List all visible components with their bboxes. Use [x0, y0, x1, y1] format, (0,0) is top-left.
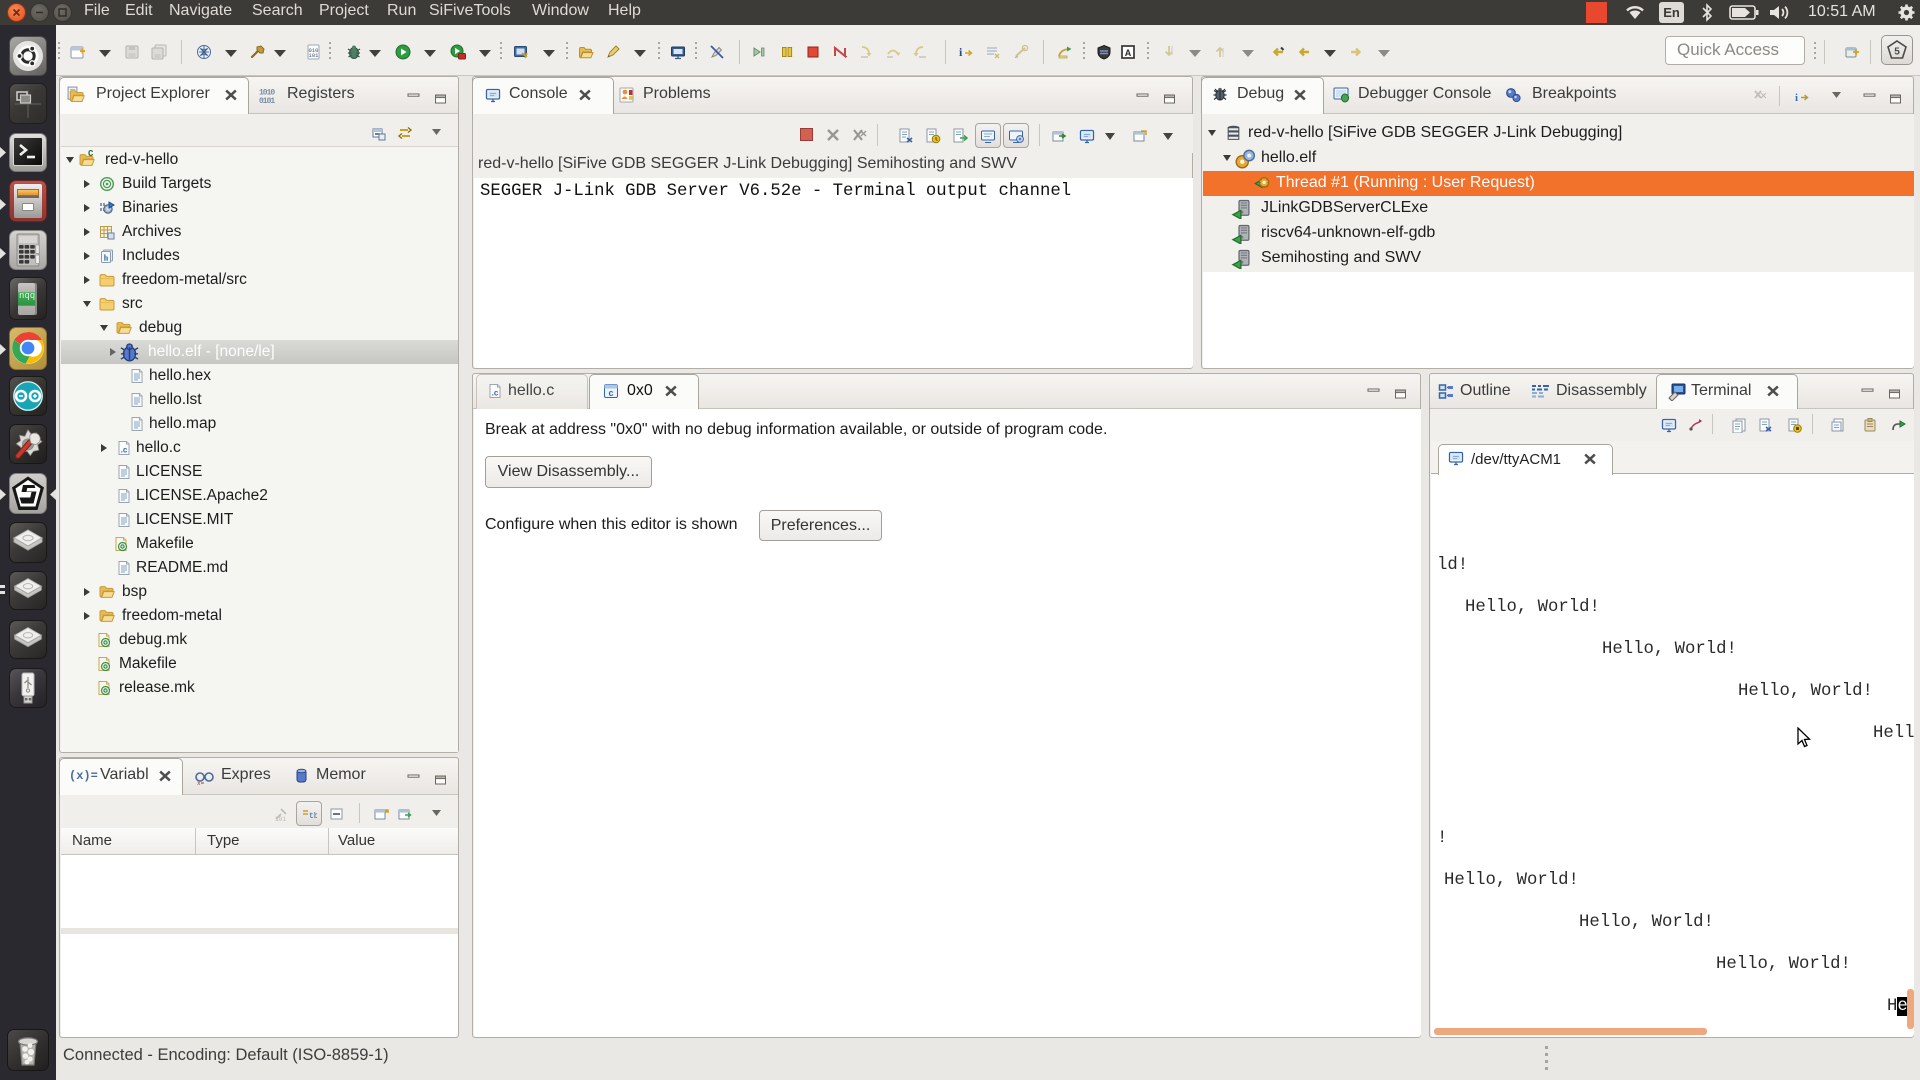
svg-text:c: c [608, 388, 613, 398]
svg-text:101: 101 [275, 816, 286, 822]
svg-text:C: C [88, 149, 94, 158]
svg-text:tb: tb [309, 812, 317, 821]
svg-text:i: i [1795, 92, 1798, 104]
svg-text:x=: x= [197, 780, 205, 785]
svg-text:i: i [959, 45, 963, 59]
svg-text:5: 5 [1894, 47, 1900, 58]
svg-text:101: 101 [309, 52, 320, 59]
svg-text:A: A [1125, 48, 1132, 58]
svg-text:0101: 0101 [259, 97, 275, 104]
